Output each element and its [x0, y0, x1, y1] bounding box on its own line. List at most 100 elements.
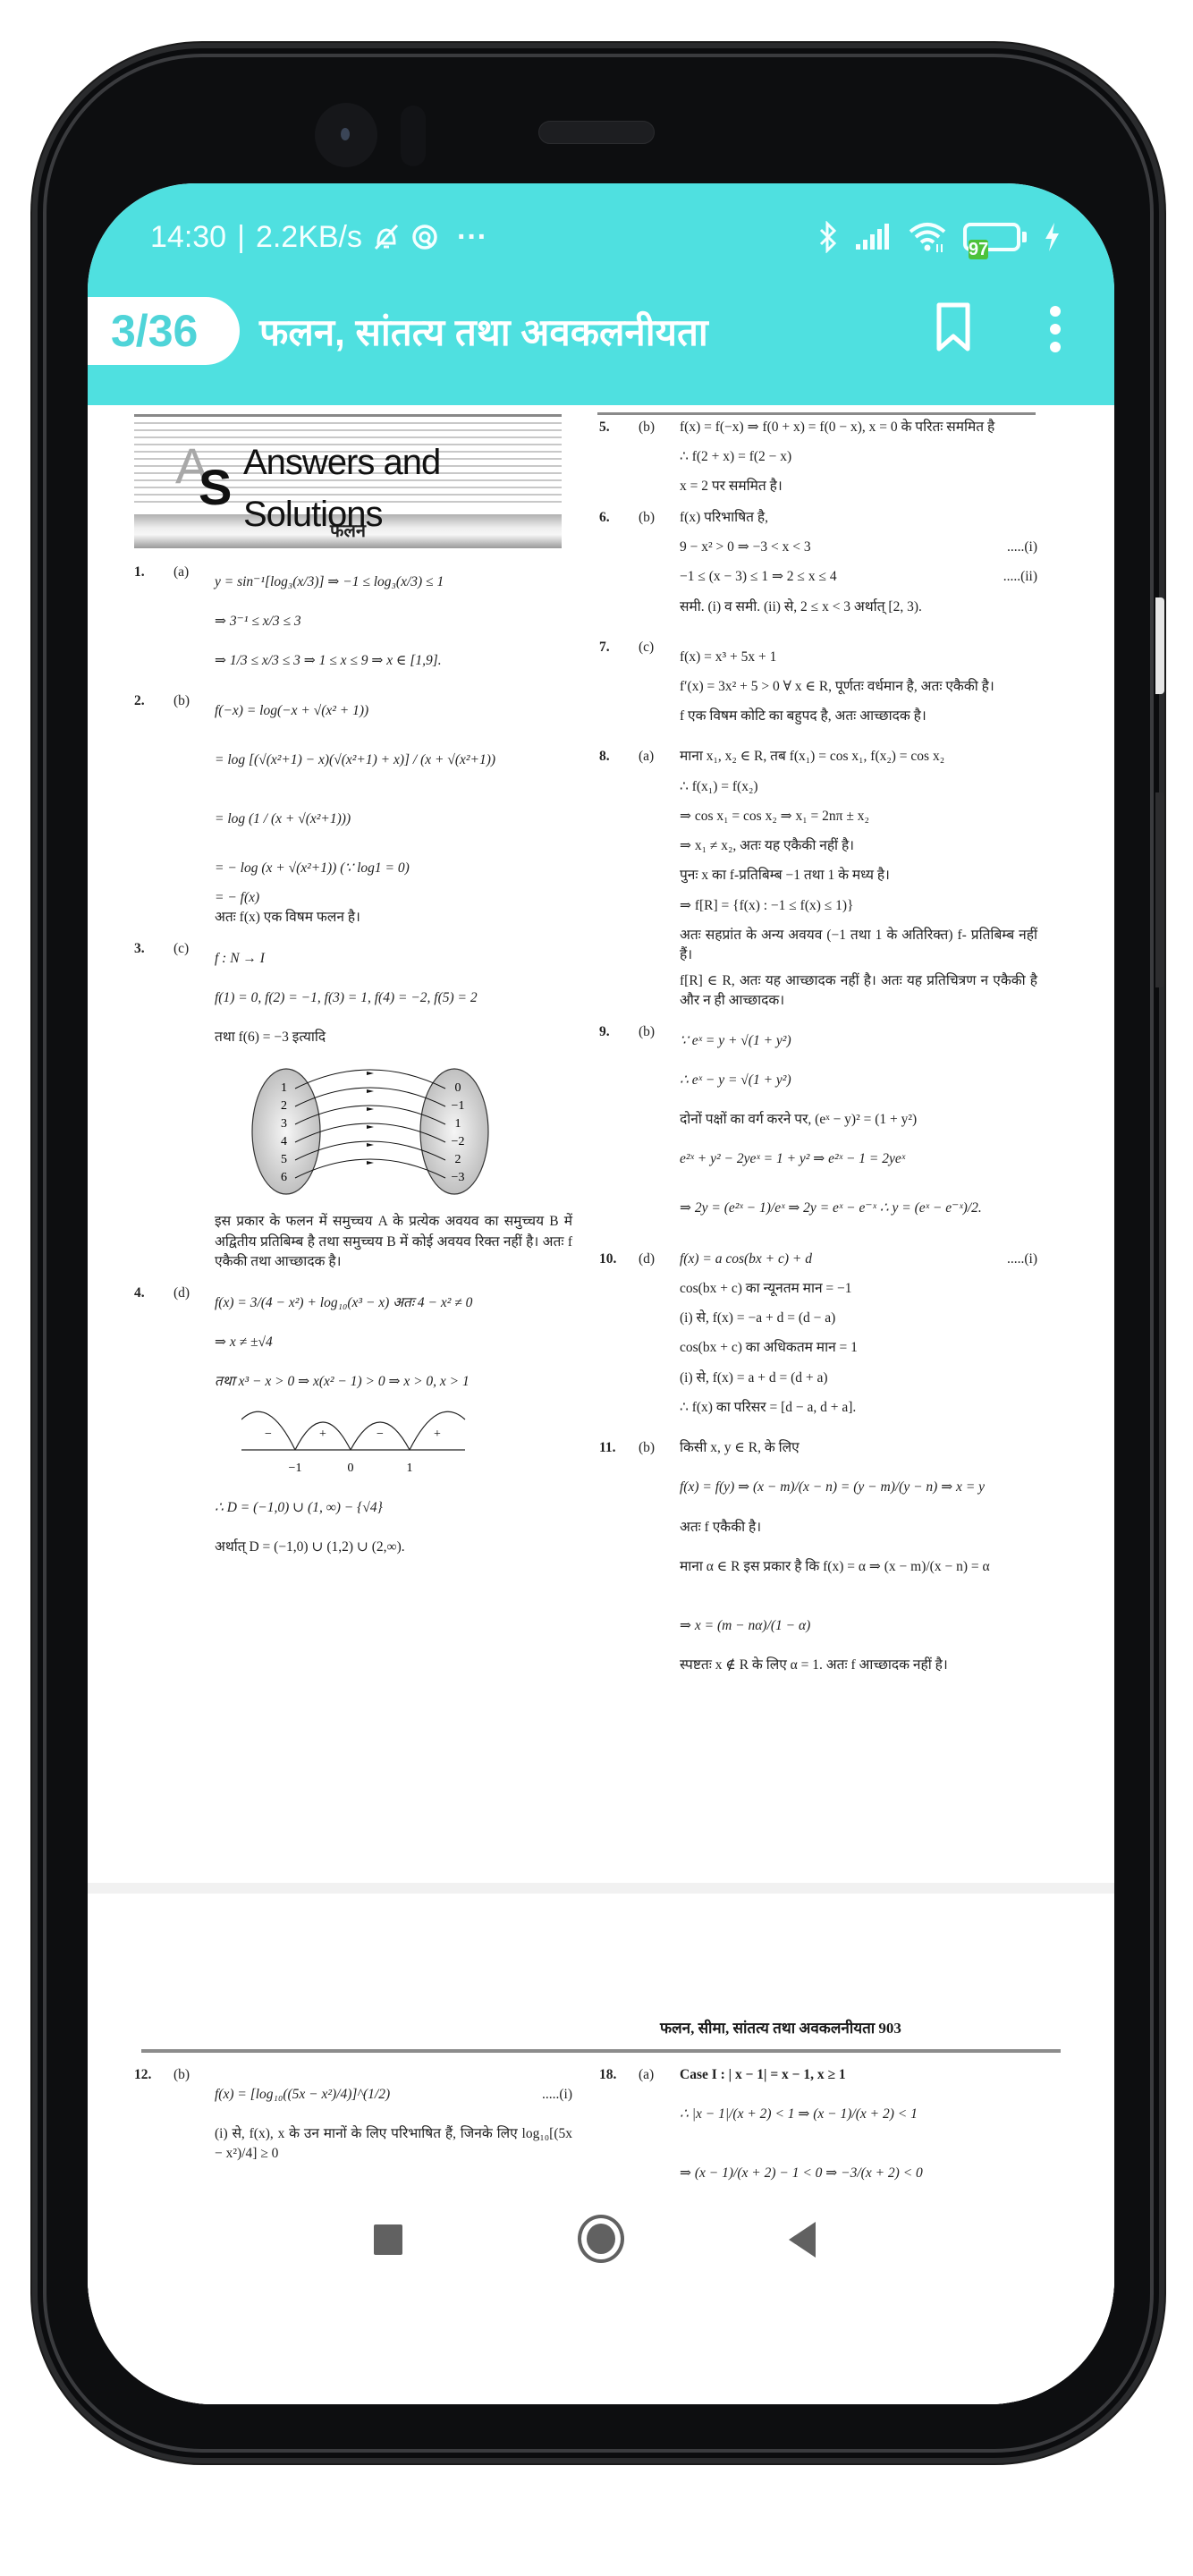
question-2: 2. (b) f(−x) = log(−x + √(x² + 1)) = log… — [134, 691, 572, 928]
domain-element: 3 — [281, 1117, 287, 1131]
battery-icon: 97 — [963, 223, 1027, 259]
solution-line: f[R] ∈ R, अतः यह आच्छादक नहीं है। अतः यह… — [680, 972, 1037, 1009]
question-9: 9. (b) ∵ eˣ = y + √(1 + y²) ∴ eˣ − y = √… — [599, 1022, 1037, 1239]
question-7: 7. (c) f(x) = x³ + 5x + 1 f′(x) = 3x² + … — [599, 638, 1037, 736]
question-number: 7. — [599, 639, 610, 655]
bookmark-icon[interactable] — [935, 302, 971, 352]
codomain-element: 2 — [455, 1153, 461, 1166]
question-10: 10. (d) f(x) = a cos(bx + c) + d .....(i)… — [599, 1250, 1037, 1428]
codomain-element: −3 — [452, 1171, 465, 1184]
solution-line: f(x) = x³ + 5x + 1 — [680, 648, 777, 665]
front-camera — [315, 103, 377, 167]
solution-line: तथा x³ − x > 0 ⇒ x(x² − 1) > 0 ⇒ x > 0, … — [215, 1373, 470, 1389]
question-3: 3. (c) f : N → I f(1) = 0, f(2) = −1, f(… — [134, 939, 572, 1273]
solution-line: ∴ f(2 + x) = f(2 − x) — [680, 449, 792, 465]
screen: 14:30 | 2.2KB/s ··· 97 3/36 फलन, सांतत्य… — [88, 183, 1114, 2404]
system-nav-bar — [88, 2182, 1114, 2404]
solution-line: समी. (i) व समी. (ii) से, 2 ≤ x < 3 अर्था… — [680, 598, 922, 614]
solution-paragraph: इस प्रकार के फलन में समुच्चय A के प्रत्य… — [215, 1214, 572, 1270]
solution-line: ⇒ x = (m − nα)/(1 − α) — [680, 1617, 811, 1633]
solution-line: ⇒ 3⁻¹ ≤ x/3 ≤ 3 — [215, 613, 301, 629]
answer-option: (b) — [639, 1440, 656, 1456]
document-page[interactable]: A S Answers and Solutions फलन 1. (a) y =… — [88, 405, 1114, 2404]
title-bar: 3/36 फलन, सांतत्य तथा अवकलनीयता — [88, 295, 1114, 367]
question-number: 1. — [134, 564, 145, 580]
question-number: 11. — [599, 1440, 616, 1456]
bluetooth-icon — [818, 221, 838, 253]
solution-line: = − log (x + √(x²+1)) (∵ log1 = 0) — [215, 860, 410, 876]
running-header: फलन, सीमा, सांतत्य तथा अवकलनीयता 903 — [660, 2020, 901, 2037]
question-number: 10. — [599, 1250, 617, 1267]
codomain-element: 0 — [455, 1081, 461, 1095]
solution-line: y = sin⁻¹[log₃(x/3)] ⇒ −1 ≤ log₃(x/3) ≤ … — [215, 573, 444, 589]
solution-line: ∵ eˣ = y + √(1 + y²) — [680, 1033, 791, 1049]
answer-option: (b) — [173, 2067, 190, 2082]
solution-line: f(−x) = log(−x + √(x² + 1)) — [215, 702, 369, 718]
solution-line: f′(x) = 3x² + 5 > 0 ∀ x ∈ R, पूर्णतः वर्… — [680, 678, 994, 694]
solution-line: ⇒ x ≠ ±√4 — [215, 1334, 273, 1350]
answer-option: (d) — [639, 1250, 656, 1267]
answer-option: (b) — [639, 509, 656, 525]
solution-line: माना α ∈ R इस प्रकार है कि f(x) = α ⇒ (x… — [680, 1558, 990, 1574]
solution-line: f(x) = f(−x) ⇒ f(0 + x) = f(0 − x), x = … — [680, 419, 995, 435]
domain-element: 4 — [281, 1135, 287, 1148]
question-number: 12. — [134, 2067, 152, 2082]
solution-line: ⇒ x₁ ≠ x₂, अतः यह एकैकी नहीं है। — [680, 838, 855, 854]
arrow-head — [367, 1124, 374, 1129]
question-11: 11. (b) किसी x, y ∈ R, के लिए f(x) = f(y… — [599, 1438, 1037, 1675]
solution-line: f एक विषम कोटि का बहुपद है, अतः आच्छादक … — [680, 708, 926, 724]
page-indicator[interactable]: 3/36 — [88, 297, 240, 365]
recents-square-icon[interactable] — [374, 2224, 402, 2255]
home-circle-icon[interactable] — [578, 2215, 624, 2263]
codomain-element: −1 — [452, 1099, 465, 1113]
question-8: 8. (a) माना x₁, x₂ ∈ R, तब f(x₁) = cos x… — [599, 747, 1037, 1011]
overflow-dots-icon: ··· — [457, 219, 487, 254]
network-speed: 2.2KB/s — [255, 219, 363, 254]
solution-line: ⇒ 2y = (e²ˣ − 1)/eˣ ⇒ 2y = eˣ − e⁻ˣ ∴ y … — [680, 1200, 982, 1216]
right-column: 5. (b) f(x) = f(−x) ⇒ f(0 + x) = f(0 − x… — [599, 414, 1037, 1675]
solution-line: ⇒ 1/3 ≤ x/3 ≤ 3 ⇒ 1 ≤ x ≤ 9 ⇒ x ∈ [1,9]. — [215, 652, 442, 668]
solution-line: अतः f(x) एक विषम फलन है। — [215, 910, 360, 926]
sync-icon — [410, 223, 439, 251]
sign-label: − — [265, 1428, 272, 1441]
solution-line: cos(bx + c) का अधिकतम मान = 1 — [680, 1340, 858, 1356]
answer-option: (a) — [639, 2067, 655, 2082]
solution-line: अतः सहप्रांत के अन्य अवयव (−1 तथा 1 के अ… — [680, 927, 1037, 963]
solution-line: ∴ eˣ − y = √(1 + y²) — [680, 1072, 791, 1089]
question-number: 2. — [134, 693, 145, 708]
critical-point-label: −1 — [289, 1462, 302, 1475]
equation-tag: .....(i) — [1006, 1250, 1037, 1267]
arrow-head — [367, 1142, 374, 1147]
solution-line: अतः f एकैकी है। — [680, 1519, 762, 1535]
solution-line: f : N → I — [215, 950, 265, 966]
signal-icon — [854, 223, 892, 251]
banner-title: Answers and Solutions — [243, 443, 441, 534]
solution-line: स्पष्टतः x ∉ R के लिए α = 1. अतः f आच्छा… — [680, 1657, 948, 1673]
arrow-head — [367, 1071, 374, 1075]
domain-element: 2 — [281, 1099, 287, 1113]
domain-element: 1 — [281, 1081, 287, 1095]
mapping-diagram: 1 0 2 −1 3 1 4 −2 5 2 6 −3 — [250, 1064, 572, 1205]
clock: 14:30 — [150, 219, 227, 254]
answer-option: (b) — [173, 693, 190, 708]
more-vert-icon[interactable] — [1046, 302, 1064, 356]
question-number: 5. — [599, 419, 610, 435]
status-separator: | — [237, 219, 245, 254]
earpiece-speaker — [538, 121, 655, 144]
answer-option: (b) — [639, 419, 656, 435]
arrow-head — [367, 1160, 374, 1165]
answer-option: (d) — [173, 1284, 190, 1301]
answer-option: (a) — [639, 749, 655, 765]
header-rule — [141, 2049, 1061, 2053]
solution-line: ∴ |x − 1|/(x + 2) < 1 ⇒ (x − 1)/(x + 2) … — [680, 2106, 918, 2123]
solution-line: अर्थात् D = (−1,0) ∪ (1,2) ∪ (2,∞). — [215, 1539, 405, 1555]
solution-line: e²ˣ + y² − 2yeˣ = 1 + y² ⇒ e²ˣ − 1 = 2ye… — [680, 1151, 906, 1167]
charging-icon — [1043, 222, 1061, 252]
sign-label: + — [434, 1428, 441, 1441]
solution-line: ∴ f(x₁) = f(x₂) — [680, 778, 758, 794]
mute-icon — [373, 222, 400, 252]
back-triangle-icon[interactable] — [789, 2222, 816, 2258]
left-column: A S Answers and Solutions फलन 1. (a) y =… — [134, 405, 572, 1567]
solution-line: −1 ≤ (x − 3) ≤ 1 ⇒ 2 ≤ x ≤ 4 — [680, 569, 837, 585]
question-1: 1. (a) y = sin⁻¹[log₃(x/3)] ⇒ −1 ≤ log₃(… — [134, 563, 572, 681]
